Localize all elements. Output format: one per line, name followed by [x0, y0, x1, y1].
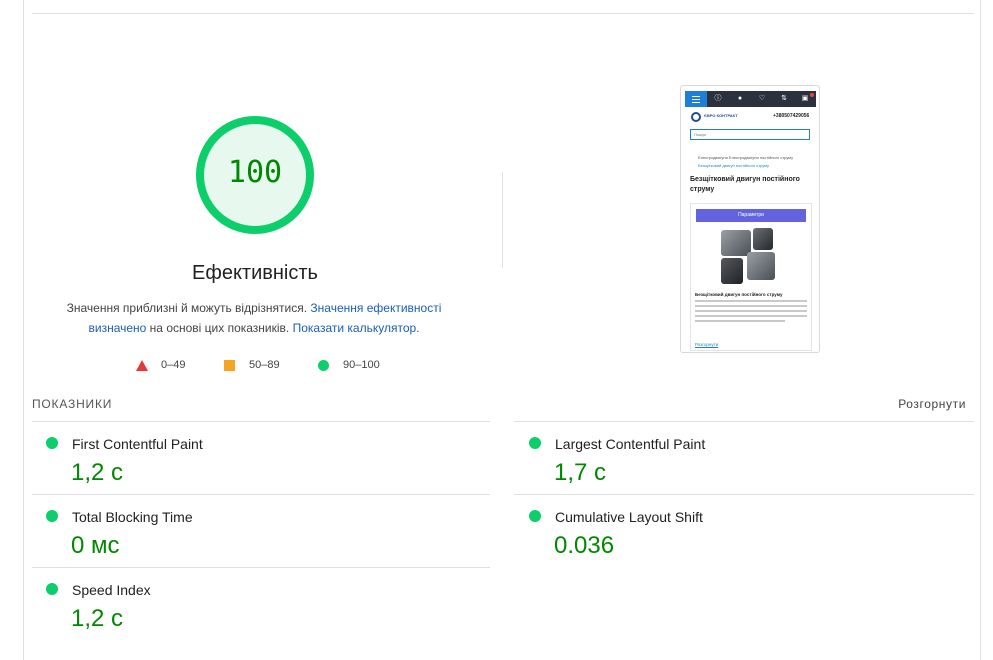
description-text: на основі цих показників. [146, 321, 293, 335]
metric-divider [32, 567, 490, 568]
filter-icon: ⇅ [781, 95, 787, 102]
score-description: Значення приблизні й можуть відрізнятися… [56, 298, 452, 338]
motor-image [753, 228, 773, 250]
screenshot-more-link: Розгорнути [695, 342, 719, 347]
circle-icon [318, 360, 329, 371]
screenshot-logo-text: ЄВРО КОНТРАКТ [704, 113, 738, 118]
metric-speed-index: Speed Index 1,2 с [32, 570, 472, 640]
user-icon: ● [737, 95, 743, 102]
metric-fcp: First Contentful Paint 1,2 с [32, 424, 472, 494]
screenshot-header-bar: ⓘ ● ♡ ⇅ ▣ [685, 91, 816, 107]
metrics-title: ПОКАЗНИКИ [32, 397, 113, 411]
info-icon: ⓘ [714, 95, 722, 102]
screenshot-phone: +380507429056 [773, 113, 810, 119]
cart-icon: ▣ [801, 95, 809, 102]
pass-dot-icon [46, 583, 58, 595]
metric-name: Largest Contentful Paint [555, 436, 706, 452]
metric-value: 1,7 с [554, 459, 607, 486]
metric-name: Cumulative Layout Shift [555, 509, 703, 525]
metric-cls: Cumulative Layout Shift 0.036 [515, 497, 955, 567]
pass-dot-icon [46, 437, 58, 449]
pass-dot-icon [529, 510, 541, 522]
screenshot-breadcrumb-current: Безщітковий двигун постійного струму [698, 163, 770, 168]
metric-tbt: Total Blocking Time 0 мс [32, 497, 472, 567]
pass-dot-icon [46, 510, 58, 522]
metric-name: Total Blocking Time [72, 509, 193, 525]
legend-fail-range: 0–49 [161, 359, 186, 371]
metric-name: Speed Index [72, 582, 151, 598]
metric-name: First Contentful Paint [72, 436, 203, 452]
square-icon [224, 360, 235, 371]
top-divider [32, 13, 974, 14]
vertical-divider [502, 172, 503, 268]
legend-pass-range: 90–100 [343, 359, 380, 371]
score-label: Ефективність [192, 262, 318, 284]
screenshot-desc-heading: Безщітковий двигун постійного струму [695, 292, 783, 297]
screenshot-breadcrumb: Електродвигуни Електродвигуни постійного… [698, 155, 794, 160]
pass-dot-icon [529, 437, 541, 449]
fade-overlay [691, 322, 811, 342]
metric-value: 1,2 с [71, 459, 124, 486]
legend-average-range: 50–89 [249, 359, 280, 371]
triangle-icon [136, 360, 148, 371]
metric-divider [32, 421, 490, 422]
screenshot-params-button: Параметри [696, 209, 806, 222]
heart-icon: ♡ [758, 95, 766, 102]
screenshot-title: Безщітковий двигун постійного струму [690, 176, 800, 193]
show-calculator-link[interactable]: Показати калькулятор. [293, 321, 420, 335]
motor-image [721, 258, 743, 284]
score-value: 100 [227, 155, 283, 190]
description-text: Значення приблизні й можуть відрізнятися… [66, 301, 311, 315]
metric-value: 0.036 [554, 532, 615, 559]
metric-lcp: Largest Contentful Paint 1,7 с [515, 424, 955, 494]
page-screenshot[interactable]: ⓘ ● ♡ ⇅ ▣ ЄВРО КОНТРАКТ +380507429056 По… [680, 85, 820, 353]
metric-divider [32, 494, 490, 495]
metric-divider [514, 494, 974, 495]
metric-value: 0 мс [71, 532, 120, 559]
motor-image [747, 252, 775, 280]
metric-divider [514, 421, 974, 422]
cart-badge [810, 93, 814, 97]
motor-image [721, 230, 751, 256]
expand-metrics-button[interactable]: Розгорнути [880, 395, 966, 413]
logo-icon [691, 112, 701, 122]
menu-icon [685, 91, 707, 107]
screenshot-product-box: Параметри Безщітковий двигун постійного … [690, 203, 812, 351]
metric-value: 1,2 с [71, 605, 124, 632]
screenshot-search: Пошук [690, 129, 810, 140]
